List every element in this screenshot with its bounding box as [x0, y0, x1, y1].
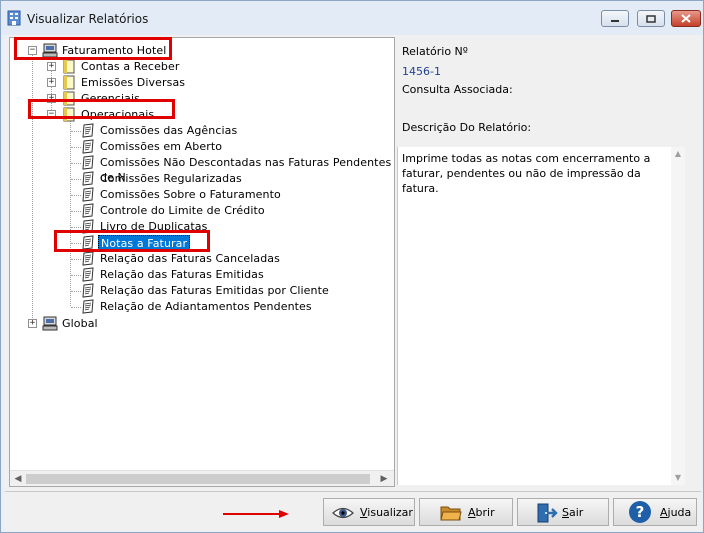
visualizar-label: Visualizar — [360, 505, 413, 519]
sair-label: Sair — [562, 505, 584, 519]
tree-node-global[interactable]: Global — [60, 316, 100, 331]
expand-toggle[interactable]: + — [47, 62, 56, 71]
ajuda-label: Ajuda — [660, 505, 692, 519]
report-number-value: 1456-1 — [402, 65, 441, 78]
tree-node-report[interactable]: Comissões Sobre o Faturamento — [98, 187, 283, 202]
report-document-icon — [82, 155, 94, 170]
tree-node-report[interactable]: Comissões das Agências — [98, 123, 239, 138]
description-box[interactable]: Imprime todas as notas com encerramento … — [397, 147, 685, 485]
report-document-icon — [82, 203, 94, 218]
query-label: Consulta Associada: — [402, 83, 513, 96]
annotation-box-faturamento — [14, 37, 172, 60]
expand-toggle[interactable]: + — [47, 78, 56, 87]
description-text: Imprime todas as notas com encerramento … — [402, 152, 651, 195]
description-label: Descrição Do Relatório: — [402, 121, 532, 134]
expand-toggle[interactable]: + — [28, 319, 37, 328]
folder-open-icon — [440, 506, 462, 521]
sair-button[interactable]: Sair — [517, 498, 609, 526]
report-document-icon — [82, 251, 94, 266]
annotation-arrow-icon — [223, 510, 289, 518]
folder-book-icon — [63, 59, 75, 74]
minimize-icon — [611, 19, 619, 22]
report-document-icon — [82, 171, 94, 186]
tree-node-report[interactable]: Controle do Limite de Crédito — [98, 203, 267, 218]
tree-node-contas-a-receber[interactable]: Contas a Receber — [79, 59, 182, 74]
report-number-label: Relatório Nº — [402, 45, 468, 58]
exit-door-icon — [537, 503, 558, 523]
help-question-icon: ? — [629, 501, 651, 523]
svg-text:?: ? — [636, 503, 645, 521]
tree-node-report[interactable]: Relação de Adiantamentos Pendentes — [98, 299, 314, 314]
report-document-icon — [82, 123, 94, 138]
report-document-icon — [82, 283, 94, 298]
tree-node-report[interactable]: Relação das Faturas Emitidas — [98, 267, 266, 282]
scroll-down-icon[interactable]: ▼ — [673, 473, 683, 483]
app-building-icon — [7, 10, 21, 26]
report-document-icon — [82, 267, 94, 282]
annotation-box-notas-a-faturar — [54, 230, 210, 252]
eye-icon — [332, 507, 354, 519]
scroll-right-icon[interactable]: ▶ — [378, 474, 390, 485]
tree-node-report[interactable]: Comissões em Aberto — [98, 139, 224, 154]
minimize-button[interactable] — [601, 10, 629, 27]
report-document-icon — [82, 139, 94, 154]
button-bar: Visualizar Abrir Sair ? Ajuda — [5, 491, 701, 531]
computer-icon — [42, 316, 58, 331]
visualizar-button[interactable]: Visualizar — [323, 498, 415, 526]
ajuda-button[interactable]: ? Ajuda — [613, 498, 697, 526]
close-button[interactable] — [671, 10, 701, 27]
title-bar: Visualizar Relatórios — [1, 1, 703, 35]
scroll-left-icon[interactable]: ◀ — [12, 474, 24, 485]
scroll-up-icon[interactable]: ▲ — [673, 149, 683, 159]
report-document-icon — [82, 187, 94, 202]
tree-node-report[interactable]: Relação das Faturas Emitidas por Cliente — [98, 283, 331, 298]
horizontal-scrollbar[interactable]: ◀ ▶ — [10, 470, 394, 486]
close-icon — [681, 14, 691, 23]
maximize-icon — [646, 14, 656, 23]
tree-node-report[interactable]: Relação das Faturas Canceladas — [98, 251, 282, 266]
report-info-panel: Relatório Nº 1456-1 Consulta Associada: … — [395, 37, 695, 487]
scroll-thumb[interactable] — [26, 474, 370, 484]
tree-node-emissoes-diversas[interactable]: Emissões Diversas — [79, 75, 187, 90]
folder-book-icon — [63, 75, 75, 90]
tree-node-report[interactable]: Comissões Regularizadas — [98, 171, 244, 186]
maximize-button[interactable] — [637, 10, 665, 27]
report-document-icon — [82, 299, 94, 314]
client-area: − Faturamento Hotel + Contas a Receber +… — [5, 35, 701, 531]
window-title: Visualizar Relatórios — [27, 12, 149, 26]
abrir-button[interactable]: Abrir — [419, 498, 513, 526]
annotation-box-operacionais — [28, 99, 175, 119]
tree-guide-line — [32, 54, 33, 328]
report-viewer-window: Visualizar Relatórios − Faturamento Hote… — [0, 0, 704, 533]
abrir-label: Abrir — [468, 505, 495, 519]
vertical-scrollbar[interactable]: ▲ ▼ — [671, 147, 685, 485]
